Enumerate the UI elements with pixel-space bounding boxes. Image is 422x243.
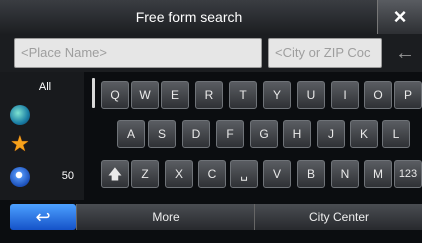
key-b[interactable]: B	[297, 160, 325, 188]
category-favorites[interactable]: ★	[10, 131, 80, 158]
key-l[interactable]: L	[382, 120, 410, 148]
numbers-key[interactable]: 123	[394, 160, 422, 188]
key-s[interactable]: S	[148, 120, 176, 148]
key-f[interactable]: F	[216, 120, 244, 148]
location-pin-icon	[10, 167, 30, 187]
title-bar: Free form search ×	[0, 0, 422, 35]
space-key[interactable]: ␣	[230, 160, 258, 188]
key-k[interactable]: K	[350, 120, 378, 148]
city-center-button[interactable]: City Center	[254, 204, 422, 230]
key-p[interactable]: P	[394, 81, 422, 109]
result-count: 50	[61, 170, 74, 182]
key-y[interactable]: Y	[263, 81, 291, 109]
key-g[interactable]: G	[250, 120, 278, 148]
key-d[interactable]: D	[182, 120, 210, 148]
key-c[interactable]: C	[198, 160, 226, 188]
back-button[interactable]: ↩	[10, 204, 76, 230]
key-t[interactable]: T	[229, 81, 257, 109]
free-form-search-screen: Free form search × <Place Name> <City or…	[0, 0, 422, 243]
shift-key[interactable]: 🡅	[101, 160, 129, 188]
key-z[interactable]: Z	[131, 160, 159, 188]
backspace-button[interactable]: ←	[388, 38, 422, 68]
bottom-bar: ↩ More City Center	[0, 200, 422, 243]
key-h[interactable]: H	[283, 120, 311, 148]
star-icon: ★	[10, 131, 30, 156]
more-button[interactable]: More	[76, 204, 255, 230]
key-x[interactable]: X	[165, 160, 193, 188]
globe-icon	[10, 105, 30, 125]
key-o[interactable]: O	[364, 81, 392, 109]
key-q[interactable]: Q	[101, 81, 129, 109]
key-n[interactable]: N	[331, 160, 359, 188]
category-history[interactable]: 50	[10, 167, 80, 191]
key-v[interactable]: V	[263, 160, 291, 188]
key-m[interactable]: M	[364, 160, 392, 188]
page-title: Free form search	[135, 9, 243, 25]
key-i[interactable]: I	[331, 81, 359, 109]
category-all[interactable]: All	[10, 77, 80, 101]
key-u[interactable]: U	[297, 81, 325, 109]
search-input-row: <Place Name> <City or ZIP Coc ←	[0, 34, 422, 72]
key-a[interactable]: A	[117, 120, 145, 148]
key-w[interactable]: W	[131, 81, 159, 109]
category-globe[interactable]	[10, 105, 80, 129]
category-list: All ★ 50	[0, 72, 84, 200]
list-scrollbar[interactable]	[92, 78, 95, 108]
city-zip-input[interactable]: <City or ZIP Coc	[268, 38, 382, 68]
key-e[interactable]: E	[161, 81, 189, 109]
key-j[interactable]: J	[317, 120, 345, 148]
place-name-input[interactable]: <Place Name>	[14, 38, 262, 68]
key-r[interactable]: R	[195, 81, 223, 109]
close-button[interactable]: ×	[377, 0, 422, 34]
